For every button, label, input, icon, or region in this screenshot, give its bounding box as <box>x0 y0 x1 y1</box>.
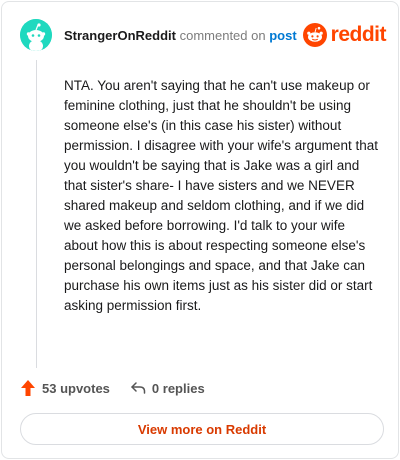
post-link[interactable]: post <box>269 28 296 43</box>
action-text: commented on <box>179 28 266 43</box>
author-line: StrangerOnReddit commented on post <box>64 28 297 44</box>
avatar[interactable] <box>20 19 52 51</box>
reddit-alien-icon <box>302 23 327 47</box>
upvote-count: 53 upvotes <box>42 380 110 396</box>
reply-count: 0 replies <box>151 380 205 396</box>
comment-header: StrangerOnReddit commented on post reddi… <box>20 19 387 53</box>
thread-line <box>36 60 37 368</box>
upvote-button[interactable]: 53 upvotes <box>20 379 110 397</box>
comment-actions: 53 upvotes 0 replies <box>20 378 205 398</box>
comment-embed-card: StrangerOnReddit commented on post reddi… <box>1 1 399 459</box>
reply-button[interactable]: 0 replies <box>130 381 205 396</box>
reply-arrow-icon <box>131 382 146 394</box>
reddit-wordmark: reddit <box>330 23 387 46</box>
author-name[interactable]: StrangerOnReddit <box>64 28 176 43</box>
comment-text: NTA. You aren't saying that he can't use… <box>64 78 378 313</box>
upvote-arrow-icon <box>21 380 35 396</box>
view-more-button[interactable]: View more on Reddit <box>20 413 384 445</box>
snoo-avatar-icon <box>20 19 52 51</box>
reddit-logo[interactable]: reddit <box>302 23 387 47</box>
